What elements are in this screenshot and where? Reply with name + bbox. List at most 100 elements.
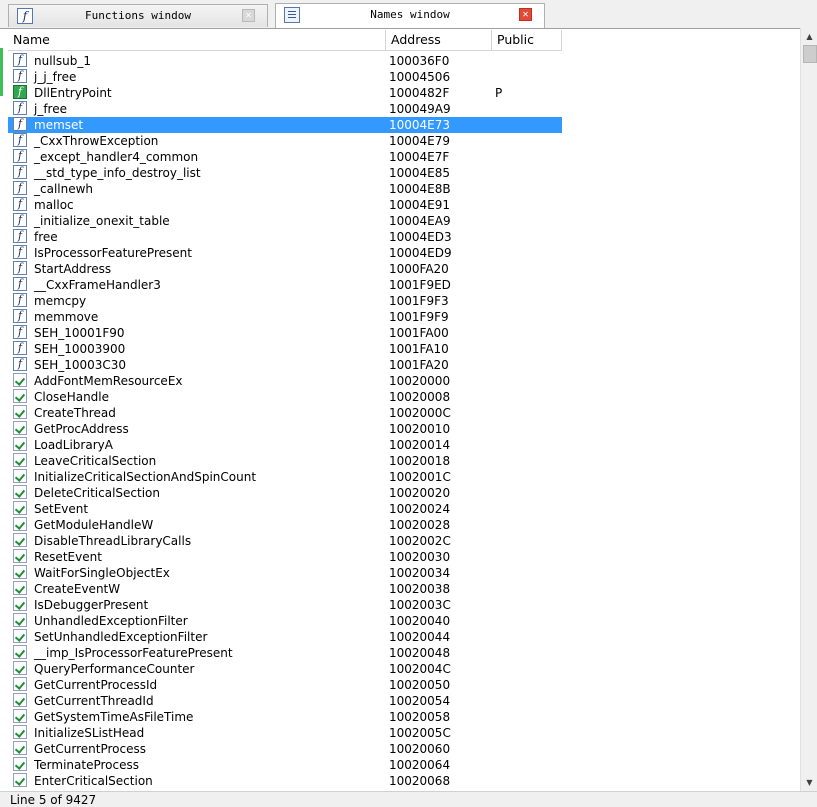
row-name: DllEntryPoint — [34, 86, 112, 100]
column-header-name[interactable]: Name — [8, 30, 386, 50]
import-icon — [13, 661, 27, 675]
table-row[interactable]: f DllEntryPoint 1000482F P — [8, 85, 562, 101]
table-row[interactable]: EnterCriticalSection 10020068 — [8, 773, 562, 789]
table-row[interactable]: GetCurrentThreadId 10020054 — [8, 693, 562, 709]
row-name: SEH_10001F90 — [34, 326, 125, 340]
table-row[interactable]: DisableThreadLibraryCalls 1002002C — [8, 533, 562, 549]
row-address: 10020030 — [389, 550, 451, 564]
table-row[interactable]: GetCurrentProcessId 10020050 — [8, 677, 562, 693]
row-name: DisableThreadLibraryCalls — [34, 534, 192, 548]
row-address: 10020028 — [389, 518, 451, 532]
table-row[interactable]: CreateThread 1002000C — [8, 405, 562, 421]
table-row[interactable]: GetSystemTimeAsFileTime 10020058 — [8, 709, 562, 725]
row-name: InitializeSListHead — [34, 726, 145, 740]
table-row[interactable]: f _CxxThrowException 10004E79 — [8, 133, 562, 149]
table-row[interactable]: CreateEventW 10020038 — [8, 581, 562, 597]
scroll-down-icon[interactable]: ▼ — [801, 774, 817, 791]
column-header-address[interactable]: Address — [386, 30, 492, 50]
function-icon: f — [13, 101, 27, 115]
table-row[interactable]: f j_free 100049A9 — [8, 101, 562, 117]
scroll-up-icon[interactable]: ▲ — [801, 28, 817, 45]
row-address: 1001F9F9 — [389, 310, 449, 324]
table-row[interactable]: SetEvent 10020024 — [8, 501, 562, 517]
row-name: ResetEvent — [34, 550, 102, 564]
table-row[interactable]: f nullsub_1 100036F0 — [8, 53, 562, 69]
table-row[interactable]: f _except_handler4_common 10004E7F — [8, 149, 562, 165]
table-row[interactable]: f SEH_10003C30 1001FA20 — [8, 357, 562, 373]
row-name: j_j_free — [34, 70, 77, 84]
close-icon[interactable]: ✕ — [519, 8, 532, 21]
table-row[interactable]: GetCurrentProcess 10020060 — [8, 741, 562, 757]
function-icon: f — [17, 8, 33, 24]
import-icon — [13, 565, 27, 579]
table-row[interactable]: WaitForSingleObjectEx 10020034 — [8, 565, 562, 581]
import-icon — [13, 741, 27, 755]
table-row[interactable]: f malloc 10004E91 — [8, 197, 562, 213]
table-row[interactable]: f __std_type_info_destroy_list 10004E85 — [8, 165, 562, 181]
row-name: SetEvent — [34, 502, 89, 516]
table-row[interactable]: GetProcAddress 10020010 — [8, 421, 562, 437]
table-row[interactable]: LeaveCriticalSection 10020018 — [8, 453, 562, 469]
table-row[interactable]: AddFontMemResourceEx 10020000 — [8, 373, 562, 389]
import-icon — [13, 517, 27, 531]
tab-label: Functions window — [85, 9, 191, 22]
table-row[interactable]: f j_j_free 10004506 — [8, 69, 562, 85]
table-row[interactable]: DeleteCriticalSection 10020020 — [8, 485, 562, 501]
row-name: j_free — [34, 102, 67, 116]
row-address: 10020064 — [389, 758, 451, 772]
row-name: GetCurrentThreadId — [34, 694, 154, 708]
column-header-public[interactable]: Public — [492, 30, 562, 50]
vertical-scrollbar[interactable]: ▲ ▼ — [800, 28, 817, 791]
table-row[interactable]: SetUnhandledExceptionFilter 10020044 — [8, 629, 562, 645]
table-row[interactable]: LoadLibraryA 10020014 — [8, 437, 562, 453]
table-row[interactable]: TerminateProcess 10020064 — [8, 757, 562, 773]
row-address: 1000FA20 — [389, 262, 449, 276]
function-icon: f — [13, 165, 27, 179]
row-address: 10004ED9 — [389, 246, 452, 260]
table-row[interactable]: f SEH_10003900 1001FA10 — [8, 341, 562, 357]
row-address: 1001F9ED — [389, 278, 451, 292]
table-row[interactable]: f __CxxFrameHandler3 1001F9ED — [8, 277, 562, 293]
row-address: 10020044 — [389, 630, 451, 644]
table-row[interactable]: InitializeCriticalSectionAndSpinCount 100… — [8, 469, 562, 485]
table-row[interactable]: UnhandledExceptionFilter 10020040 — [8, 613, 562, 629]
table-row[interactable]: f SEH_10001F90 1001FA00 — [8, 325, 562, 341]
row-name: GetCurrentProcess — [34, 742, 146, 756]
row-name: free — [34, 230, 58, 244]
import-icon — [13, 533, 27, 547]
row-address: 1001F9F3 — [389, 294, 449, 308]
row-name: _callnewh — [34, 182, 94, 196]
tab-functions-window[interactable]: f Functions window ✕ — [8, 4, 268, 27]
function-icon: f — [13, 53, 27, 67]
table-row[interactable]: f IsProcessorFeaturePresent 10004ED9 — [8, 245, 562, 261]
scrollbar-thumb[interactable] — [803, 45, 817, 63]
row-address: 10020040 — [389, 614, 451, 628]
row-address: 1001FA20 — [389, 358, 449, 372]
row-name: UnhandledExceptionFilter — [34, 614, 188, 628]
table-row[interactable]: GetModuleHandleW 10020028 — [8, 517, 562, 533]
table-row[interactable]: __imp_IsProcessorFeaturePresent 10020048 — [8, 645, 562, 661]
function-icon: f — [13, 309, 27, 323]
table-row[interactable]: IsDebuggerPresent 1002003C — [8, 597, 562, 613]
table-row[interactable]: f memcpy 1001F9F3 — [8, 293, 562, 309]
close-icon[interactable]: ✕ — [242, 9, 255, 22]
row-name: _CxxThrowException — [34, 134, 159, 148]
table-row[interactable]: f _callnewh 10004E8B — [8, 181, 562, 197]
import-icon — [13, 693, 27, 707]
table-row[interactable]: f _initialize_onexit_table 10004EA9 — [8, 213, 562, 229]
row-address: 10020058 — [389, 710, 451, 724]
table-row[interactable]: InitializeSListHead 1002005C — [8, 725, 562, 741]
table-row[interactable]: f free 10004ED3 — [8, 229, 562, 245]
table-row[interactable]: f memset 10004E73 — [8, 117, 562, 133]
row-address: 1001FA00 — [389, 326, 449, 340]
table-row[interactable]: QueryPerformanceCounter 1002004C — [8, 661, 562, 677]
function-icon: f — [13, 149, 27, 163]
table-row[interactable]: f memmove 1001F9F9 — [8, 309, 562, 325]
table-row[interactable]: CloseHandle 10020008 — [8, 389, 562, 405]
row-name: malloc — [34, 198, 74, 212]
import-icon — [13, 581, 27, 595]
row-address: 1000482F — [389, 86, 450, 100]
table-row[interactable]: ResetEvent 10020030 — [8, 549, 562, 565]
table-row[interactable]: f StartAddress 1000FA20 — [8, 261, 562, 277]
tab-names-window[interactable]: Names window ✕ — [275, 3, 545, 28]
